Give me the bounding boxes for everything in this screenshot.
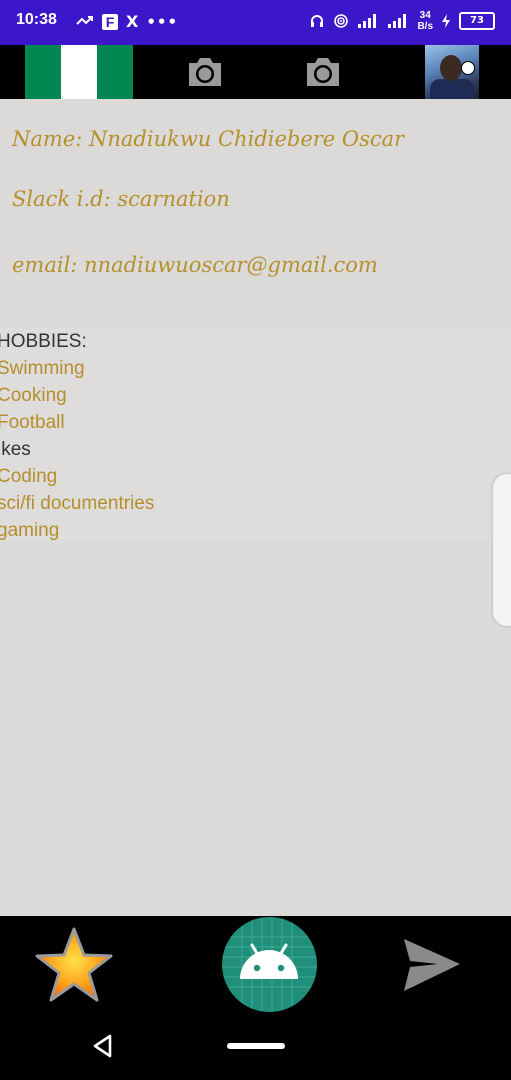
flag-stripe-center xyxy=(61,45,97,99)
hobby-item: Cooking xyxy=(0,385,67,406)
headset-icon xyxy=(311,15,324,27)
hobby-item: Football xyxy=(0,412,65,433)
hobby-item: sci/fi documentries xyxy=(0,493,155,514)
status-bar: 10:38 F X ••• 34 B/s 73 xyxy=(0,0,511,45)
hobby-item: gaming xyxy=(0,520,60,541)
profile-name: Name: Nnadiukwu Chidiebere Oscar xyxy=(12,127,405,151)
flag-stripe-left xyxy=(25,45,61,99)
hobbies-title: HOBBIES: xyxy=(0,331,87,352)
camera-icon-1[interactable] xyxy=(185,55,225,89)
x-icon: X xyxy=(126,12,139,31)
charging-icon xyxy=(442,14,450,28)
hobby-item: ikes xyxy=(0,439,31,460)
soccer-ball-icon xyxy=(461,61,475,75)
back-icon[interactable] xyxy=(90,1033,116,1059)
status-right-icons: 34 B/s 73 xyxy=(309,10,495,32)
hobbies-section: HOBBIES: Swimming Cooking Football ikes … xyxy=(0,327,511,542)
battery-icon: 73 xyxy=(459,12,495,30)
side-panel-handle[interactable] xyxy=(493,474,511,626)
hobby-item: Swimming xyxy=(0,358,85,379)
signal-icon-2 xyxy=(388,14,407,28)
profile-avatar[interactable] xyxy=(425,45,479,99)
profile-email: email: nnadiuwuoscar@gmail.com xyxy=(12,253,378,277)
profile-slack-id: Slack i.d: scarnation xyxy=(12,187,230,211)
nigeria-flag-icon xyxy=(25,45,133,99)
avatar-face xyxy=(440,55,462,81)
home-pill-button[interactable] xyxy=(227,1043,285,1049)
send-icon[interactable] xyxy=(398,933,464,999)
camera-icon-2[interactable] xyxy=(303,55,343,89)
more-dots-icon: ••• xyxy=(146,12,179,31)
hotspot-icon xyxy=(334,14,349,28)
android-fab-button[interactable] xyxy=(222,917,317,1012)
network-speed: 34 B/s xyxy=(417,10,433,32)
call-forward-icon xyxy=(76,15,93,25)
top-bar xyxy=(0,45,511,99)
profile-info: Name: Nnadiukwu Chidiebere Oscar Slack i… xyxy=(0,99,511,327)
notification-icons: F X ••• xyxy=(76,12,178,31)
flag-stripe-right xyxy=(97,45,133,99)
star-icon[interactable] xyxy=(33,925,115,1005)
android-icon xyxy=(222,917,317,1012)
hobby-item: Coding xyxy=(0,466,58,487)
signal-icon xyxy=(358,14,377,28)
facebook-icon: F xyxy=(102,13,118,30)
avatar-shirt xyxy=(430,79,474,99)
status-time: 10:38 xyxy=(16,11,57,28)
